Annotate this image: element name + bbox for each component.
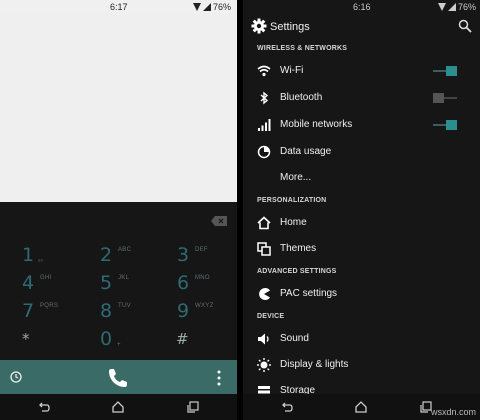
- themes-icon: [257, 242, 271, 256]
- watermark: wsxdn.com: [430, 407, 476, 417]
- status-battery: 76%: [212, 2, 231, 12]
- dialpad: 1 ₒₒ 2 ABC 3 DEF 4 GHI 5 JKL 6 MNO 7 PQR…: [0, 202, 237, 360]
- bluetooth-icon: [260, 91, 269, 105]
- home-icon[interactable]: [111, 400, 125, 414]
- settings-item-more[interactable]: More...: [243, 166, 480, 190]
- cellular-signal-icon: [258, 119, 271, 131]
- status-time: 6:17: [110, 2, 128, 12]
- search-icon[interactable]: [458, 19, 472, 33]
- call-icon[interactable]: [106, 366, 130, 390]
- home-icon[interactable]: [354, 400, 368, 414]
- brightness-icon: [257, 358, 271, 372]
- bluetooth-toggle[interactable]: [433, 93, 457, 103]
- status-battery: 76%: [457, 2, 476, 12]
- wifi-signal-icon: [193, 3, 211, 11]
- settings-item-display[interactable]: Display & lights: [243, 353, 480, 377]
- dial-key-6[interactable]: 6 MNO: [177, 272, 237, 302]
- settings-item-sound[interactable]: Sound: [243, 327, 480, 351]
- settings-screen: 6:16 76% Settings WIRELESS & NETWORKS Wi…: [243, 0, 480, 420]
- dial-key-2[interactable]: 2 ABC: [100, 244, 160, 274]
- mobile-networks-toggle[interactable]: [433, 120, 457, 130]
- pac-man-icon: [259, 288, 270, 300]
- settings-item-data-usage[interactable]: Data usage: [243, 140, 480, 164]
- navigation-bar: [0, 394, 237, 420]
- call-history-icon[interactable]: [10, 371, 22, 383]
- dial-key-3[interactable]: 3 DEF: [177, 244, 237, 274]
- dial-key-0[interactable]: 0 +: [100, 328, 160, 358]
- settings-item-pac[interactable]: PAC settings: [243, 282, 480, 306]
- settings-item-bluetooth[interactable]: Bluetooth: [243, 86, 480, 110]
- dialer-action-bar: [0, 360, 237, 394]
- settings-item-mobile-networks[interactable]: Mobile networks: [243, 113, 480, 137]
- page-title: Settings: [270, 21, 310, 33]
- settings-item-themes[interactable]: Themes: [243, 237, 480, 261]
- settings-item-home[interactable]: Home: [243, 211, 480, 235]
- dialer-screen: 6:17 76% 1 ₒₒ 2 ABC 3 DEF 4 GHI 5 JKL 6 …: [0, 0, 237, 420]
- speaker-icon: [258, 333, 269, 345]
- back-icon[interactable]: [37, 400, 51, 414]
- wifi-toggle[interactable]: [433, 66, 457, 76]
- status-time: 6:16: [353, 2, 371, 12]
- data-usage-icon: [257, 145, 271, 159]
- overflow-menu-icon[interactable]: [216, 370, 222, 386]
- section-header-advanced: ADVANCED SETTINGS: [257, 268, 337, 275]
- dial-key-5[interactable]: 5 JKL: [100, 272, 160, 302]
- dial-key-9[interactable]: 9 WXYZ: [177, 300, 237, 330]
- back-icon[interactable]: [280, 400, 294, 414]
- wifi-signal-icon: [438, 3, 456, 11]
- gear-icon: [251, 18, 267, 34]
- section-header-personalization: PERSONALIZATION: [257, 197, 327, 204]
- dialer-empty-area: [0, 14, 237, 202]
- section-header-wireless: WIRELESS & NETWORKS: [257, 45, 348, 52]
- dial-key-4[interactable]: 4 GHI: [22, 272, 82, 302]
- navigation-bar: wsxdn.com: [243, 394, 480, 420]
- dial-key-star[interactable]: *: [22, 330, 82, 360]
- section-header-device: DEVICE: [257, 313, 285, 320]
- dial-key-hash[interactable]: #: [176, 330, 236, 360]
- recents-icon[interactable]: [186, 400, 200, 414]
- settings-item-wifi[interactable]: Wi-Fi: [243, 59, 480, 83]
- home-icon: [257, 216, 271, 230]
- wifi-icon: [257, 65, 271, 77]
- settings-app-bar: Settings: [243, 14, 480, 40]
- dial-key-1[interactable]: 1 ₒₒ: [22, 244, 82, 274]
- status-bar: 6:16 76%: [243, 0, 480, 14]
- dial-key-7[interactable]: 7 PQRS: [22, 300, 82, 330]
- status-bar: 6:17 76%: [0, 0, 237, 14]
- backspace-icon[interactable]: [211, 216, 227, 226]
- dial-key-8[interactable]: 8 TUV: [100, 300, 160, 330]
